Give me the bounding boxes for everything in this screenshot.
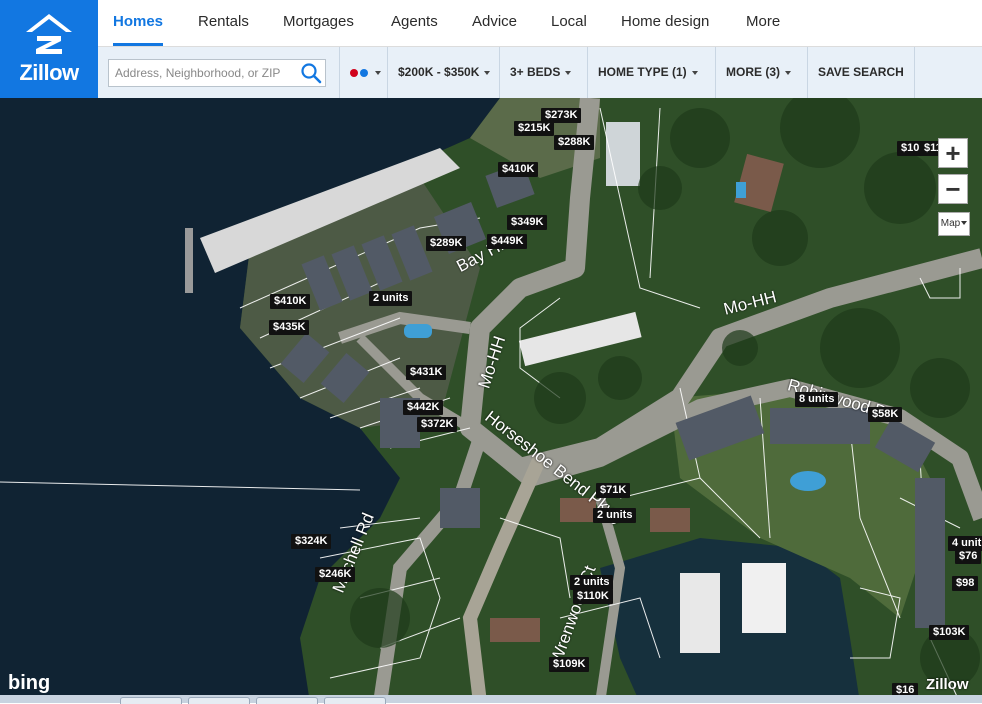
chevron-down-icon: [484, 70, 491, 75]
units-marker[interactable]: 8 units: [795, 392, 839, 407]
price-marker[interactable]: $410K: [498, 162, 539, 177]
price-marker[interactable]: $372K: [417, 417, 458, 432]
status-red-dot: [350, 68, 358, 77]
units-marker[interactable]: 2 units: [369, 291, 413, 306]
price-marker[interactable]: $435K: [269, 320, 310, 335]
chevron-down-icon: [691, 70, 698, 75]
zoom-in-button[interactable]: +: [938, 138, 968, 168]
price-marker[interactable]: $410K: [270, 294, 311, 309]
price-marker[interactable]: $58K: [868, 407, 903, 422]
chevron-down-icon: [565, 70, 572, 75]
units-marker[interactable]: 2 units: [593, 508, 637, 523]
tab-mortgages[interactable]: Mortgages: [283, 0, 354, 46]
tab-rentals[interactable]: Rentals: [198, 0, 249, 46]
tab-local[interactable]: Local: [551, 0, 587, 46]
logo-wordmark: Zillow: [19, 60, 79, 85]
price-marker[interactable]: $76: [955, 549, 982, 564]
home-type-filter-label: HOME TYPE (1): [598, 65, 687, 79]
map-view[interactable]: Bay Hill Mo-HH Mo-HH Horseshoe Bend Pkwy…: [0, 98, 982, 703]
price-marker[interactable]: $215K: [514, 121, 555, 136]
zoom-out-button[interactable]: −: [938, 174, 968, 204]
filter-bar: $200K - $350K 3+ BEDS HOME TYPE (1) MORE…: [98, 47, 982, 99]
search-box: [108, 59, 326, 87]
tab-more[interactable]: More: [746, 0, 780, 46]
price-marker[interactable]: $442K: [403, 400, 444, 415]
chevron-down-icon: [375, 70, 381, 75]
bing-attribution: bing: [8, 672, 51, 694]
tab-home-design[interactable]: Home design: [621, 0, 709, 46]
price-marker[interactable]: $349K: [507, 215, 548, 230]
price-marker[interactable]: $288K: [554, 135, 595, 150]
zillow-z-icon: [26, 14, 72, 54]
tab-advice[interactable]: Advice: [472, 0, 517, 46]
map-type-label: Map: [940, 218, 961, 229]
price-marker[interactable]: $109K: [549, 657, 590, 672]
price-marker[interactable]: $103K: [929, 625, 970, 640]
more-filter[interactable]: MORE (3): [715, 47, 801, 98]
more-filter-label: MORE (3): [726, 65, 780, 79]
zillow-logo[interactable]: Zillow: [0, 0, 98, 98]
search-icon[interactable]: [300, 62, 322, 84]
price-filter-label: $200K - $350K: [398, 65, 480, 79]
price-marker[interactable]: $289K: [426, 236, 467, 251]
home-type-filter[interactable]: HOME TYPE (1): [587, 47, 708, 98]
price-filter[interactable]: $200K - $350K: [387, 47, 500, 98]
price-marker[interactable]: $449K: [487, 234, 528, 249]
tab-homes[interactable]: Homes: [113, 0, 164, 46]
price-marker[interactable]: $324K: [291, 534, 332, 549]
price-marker[interactable]: $110K: [573, 589, 613, 604]
price-marker[interactable]: $98: [952, 576, 979, 591]
beds-filter[interactable]: 3+ BEDS: [499, 47, 581, 98]
units-marker[interactable]: 2 units: [570, 575, 614, 590]
save-search-button[interactable]: SAVE SEARCH: [807, 47, 915, 98]
top-nav: Homes Rentals Mortgages Agents Advice Lo…: [98, 0, 982, 47]
chevron-down-icon: [961, 221, 968, 226]
tab-agents[interactable]: Agents: [391, 0, 438, 46]
beds-filter-label: 3+ BEDS: [510, 65, 561, 79]
status-blue-dot: [360, 68, 368, 77]
price-marker[interactable]: $71K: [596, 483, 631, 498]
map-type-dropdown[interactable]: Map: [938, 212, 970, 236]
price-marker[interactable]: $431K: [406, 365, 447, 380]
price-marker[interactable]: $246K: [315, 567, 356, 582]
search-input[interactable]: [109, 60, 303, 86]
chevron-down-icon: [785, 70, 791, 75]
zillow-watermark: Zillow: [926, 676, 969, 693]
